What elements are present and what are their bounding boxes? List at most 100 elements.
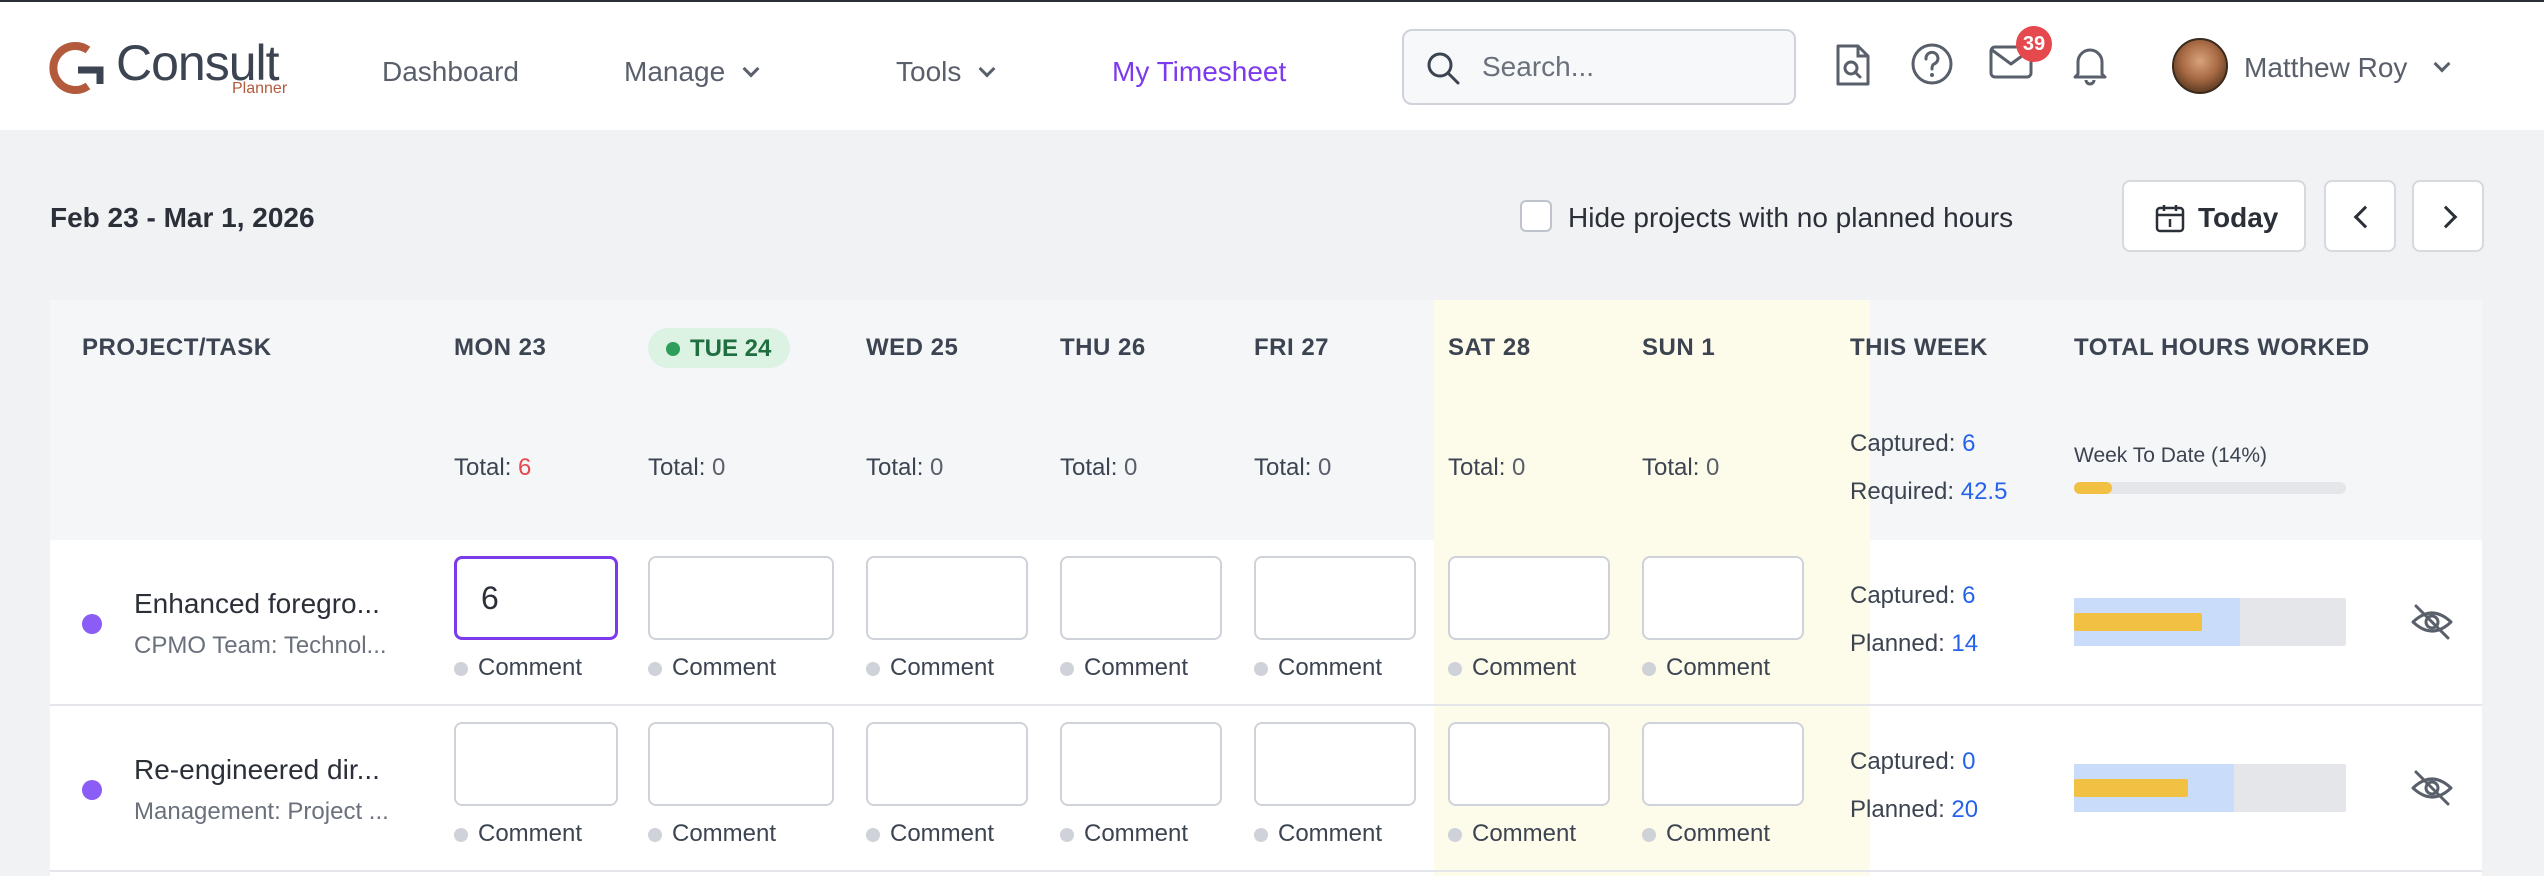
hours-input-wed[interactable] xyxy=(866,556,1028,640)
nav-my-timesheet[interactable]: My Timesheet xyxy=(1112,56,1286,88)
nav-tools[interactable]: Tools xyxy=(896,56,996,88)
today-column-pill: TUE 24 xyxy=(648,328,790,368)
chevron-down-icon xyxy=(742,60,760,78)
today-button[interactable]: Today xyxy=(2122,180,2306,252)
comment-link[interactable]: Comment xyxy=(1060,654,1188,682)
hide-projects-checkbox[interactable] xyxy=(1520,200,1552,232)
user-name[interactable]: Matthew Roy xyxy=(2244,52,2407,84)
comment-link[interactable]: Comment xyxy=(648,654,776,682)
total-label: Total: xyxy=(1448,454,1506,481)
day-total: Total: 0 xyxy=(648,454,725,482)
logo-subtext: Planner xyxy=(232,80,288,97)
comment-link[interactable]: Comment xyxy=(866,654,994,682)
comment-status-dot xyxy=(648,662,662,676)
hours-input-fri[interactable] xyxy=(1254,722,1416,806)
captured-hours-fill xyxy=(2074,779,2189,797)
app-logo[interactable]: Consult Planner xyxy=(48,35,308,98)
comment-link[interactable]: Comment xyxy=(454,820,582,848)
total-value: 0 xyxy=(712,454,726,481)
calendar-icon xyxy=(2155,205,2185,233)
row-planned: Planned: 20 xyxy=(1850,796,1978,824)
avatar[interactable] xyxy=(2172,38,2228,94)
hide-eye-icon[interactable] xyxy=(2410,602,2454,642)
bell-icon[interactable] xyxy=(2070,42,2110,86)
column-header-sat: SAT 28 xyxy=(1448,334,1531,361)
total-label: Total: xyxy=(1254,454,1312,481)
row-captured: Captured: 0 xyxy=(1850,748,1975,776)
nav-dashboard[interactable]: Dashboard xyxy=(382,56,519,88)
comment-status-dot xyxy=(1254,662,1268,676)
project-title[interactable]: Re-engineered dir... xyxy=(134,754,380,786)
comment-link[interactable]: Comment xyxy=(1642,654,1770,682)
hours-input-mon[interactable] xyxy=(454,556,618,640)
comment-label: Comment xyxy=(672,654,777,681)
column-header-fri: FRI 27 xyxy=(1254,334,1330,361)
column-header-wed: WED 25 xyxy=(866,334,959,361)
hours-input-sun[interactable] xyxy=(1642,722,1804,806)
comment-label: Comment xyxy=(1278,820,1383,847)
comment-link[interactable]: Comment xyxy=(1060,820,1188,848)
hours-input-fri[interactable] xyxy=(1254,556,1416,640)
hide-eye-icon[interactable] xyxy=(2410,768,2454,808)
planned-label: Planned: xyxy=(1850,796,1945,823)
comment-status-dot xyxy=(1642,828,1656,842)
chevron-down-icon[interactable] xyxy=(2433,55,2451,73)
comment-link[interactable]: Comment xyxy=(648,820,776,848)
project-subtitle: CPMO Team: Technol... xyxy=(134,632,387,659)
captured-value: 0 xyxy=(1962,748,1976,775)
top-header: Consult Planner Dashboard Manage Tools M… xyxy=(0,2,2544,130)
day-total: Total: 0 xyxy=(1060,454,1137,482)
comment-link[interactable]: Comment xyxy=(1254,820,1382,848)
total-label: Total: xyxy=(648,454,706,481)
search-box[interactable] xyxy=(1402,29,1796,105)
column-header-thu: THU 26 xyxy=(1060,334,1146,361)
hours-input-sun[interactable] xyxy=(1642,556,1804,640)
week-required: Required: 42.5 xyxy=(1850,478,2007,506)
comment-label: Comment xyxy=(1278,654,1383,681)
document-search-icon[interactable] xyxy=(1832,42,1872,88)
total-value: 6 xyxy=(518,454,532,481)
hours-input-thu[interactable] xyxy=(1060,722,1222,806)
project-title[interactable]: Enhanced foregro... xyxy=(134,588,380,620)
comment-link[interactable]: Comment xyxy=(866,820,994,848)
comment-label: Comment xyxy=(1084,820,1189,847)
comment-link[interactable]: Comment xyxy=(1254,654,1382,682)
hours-input-mon[interactable] xyxy=(454,722,618,806)
comment-label: Comment xyxy=(1472,654,1577,681)
comment-link[interactable]: Comment xyxy=(1448,654,1576,682)
hours-input-tue[interactable] xyxy=(648,722,834,806)
comment-label: Comment xyxy=(478,654,583,681)
previous-week-button[interactable] xyxy=(2324,180,2396,252)
comment-label: Comment xyxy=(1472,820,1577,847)
day-total: Total: 0 xyxy=(1254,454,1331,482)
total-label: Total: xyxy=(1642,454,1700,481)
column-header-sun: SUN 1 xyxy=(1642,334,1716,361)
captured-label: Captured: xyxy=(1850,430,1956,457)
logo-mark-icon xyxy=(49,42,104,94)
comment-link[interactable]: Comment xyxy=(1448,820,1576,848)
timesheet-table: PROJECT/TASK MON 23 TUE 24 WED 25 THU 26… xyxy=(50,300,2482,876)
search-input[interactable] xyxy=(1482,45,1772,89)
hours-input-tue[interactable] xyxy=(648,556,834,640)
hide-projects-label[interactable]: Hide projects with no planned hours xyxy=(1568,202,2013,234)
search-icon xyxy=(1427,52,1460,85)
row-captured: Captured: 6 xyxy=(1850,582,1975,610)
nav-dashboard-label: Dashboard xyxy=(382,56,519,87)
hours-input-thu[interactable] xyxy=(1060,556,1222,640)
today-indicator-dot xyxy=(666,342,680,356)
help-icon[interactable] xyxy=(1910,42,1954,86)
captured-value: 6 xyxy=(1962,430,1976,457)
column-header-project: PROJECT/TASK xyxy=(82,334,272,361)
comment-link[interactable]: Comment xyxy=(1642,820,1770,848)
column-header-tue: TUE 24 xyxy=(690,335,772,362)
nav-manage[interactable]: Manage xyxy=(624,56,760,88)
column-header-this-week: THIS WEEK xyxy=(1850,334,1988,361)
hours-input-sat[interactable] xyxy=(1448,556,1610,640)
hours-input-wed[interactable] xyxy=(866,722,1028,806)
week-to-date-progress-fill xyxy=(2074,482,2113,494)
comment-status-dot xyxy=(454,828,468,842)
hours-input-sat[interactable] xyxy=(1448,722,1610,806)
column-header-mon: MON 23 xyxy=(454,334,547,361)
comment-link[interactable]: Comment xyxy=(454,654,582,682)
next-week-button[interactable] xyxy=(2412,180,2484,252)
